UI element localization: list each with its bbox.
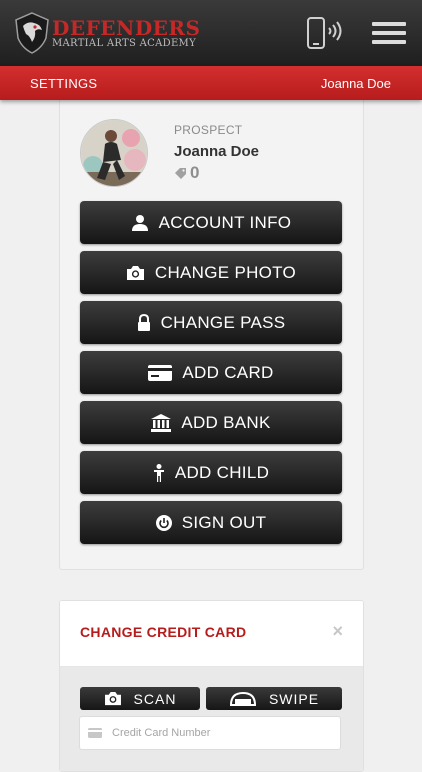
change-photo-button[interactable]: CHANGE PHOTO [80,251,342,294]
add-child-label: ADD CHILD [174,462,270,482]
credit-card-panel-title: CHANGE CREDIT CARD [80,624,247,640]
bank-icon [151,413,172,432]
add-child-button[interactable]: ADD CHILD [80,451,342,494]
logo-shield-icon [15,12,49,54]
role-label: PROSPECT [174,123,243,137]
lock-icon [137,314,150,331]
change-photo-label: CHANGE PHOTO [154,262,297,282]
change-pass-button[interactable]: CHANGE PASS [80,301,342,344]
credit-card-icon [88,728,102,738]
close-icon[interactable]: × [332,621,343,642]
avatar[interactable] [80,119,148,187]
scan-button[interactable]: SCAN [80,687,200,710]
card-reader-icon [229,691,256,706]
tag-icon [175,168,186,179]
sign-out-label: SIGN OUT [181,512,267,532]
child-icon [153,463,164,482]
scan-label: SCAN [133,690,177,707]
profile-name: Joanna Doe [174,143,260,160]
swipe-label: SWIPE [268,690,320,707]
add-card-label: ADD CARD [182,362,274,382]
power-icon [155,514,172,531]
credit-card-icon [148,364,173,381]
app-header: DEFENDERS MARTIAL ARTS ACADEMY [0,0,422,66]
change-pass-label: CHANGE PASS [160,312,286,332]
camera-icon [104,691,121,706]
add-bank-label: ADD BANK [181,412,271,432]
hamburger-menu-icon[interactable] [372,22,406,46]
profile-card: PROSPECT Joanna Doe 0 ACCOUNT INFO CHANG… [59,92,364,570]
camera-icon [126,265,144,280]
brand-title: DEFENDERS [52,16,201,40]
add-card-button[interactable]: ADD CARD [80,351,342,394]
user-name-label[interactable]: Joanna Doe [321,76,391,91]
swipe-button[interactable]: SWIPE [206,687,342,710]
credit-card-number-input[interactable]: Credit Card Number [79,716,341,750]
phone-signal-icon[interactable] [306,16,346,50]
credit-card-panel-header: CHANGE CREDIT CARD × [60,601,363,667]
points-value: 0 [190,163,200,182]
user-icon [131,214,148,231]
account-info-button[interactable]: ACCOUNT INFO [80,201,342,244]
account-info-label: ACCOUNT INFO [158,212,292,232]
settings-label[interactable]: SETTINGS [30,76,97,91]
sign-out-button[interactable]: SIGN OUT [80,501,342,544]
add-bank-button[interactable]: ADD BANK [80,401,342,444]
brand-subtitle: MARTIAL ARTS ACADEMY [52,38,197,49]
settings-bar: SETTINGS Joanna Doe [0,66,422,100]
credit-card-number-placeholder: Credit Card Number [112,727,211,739]
